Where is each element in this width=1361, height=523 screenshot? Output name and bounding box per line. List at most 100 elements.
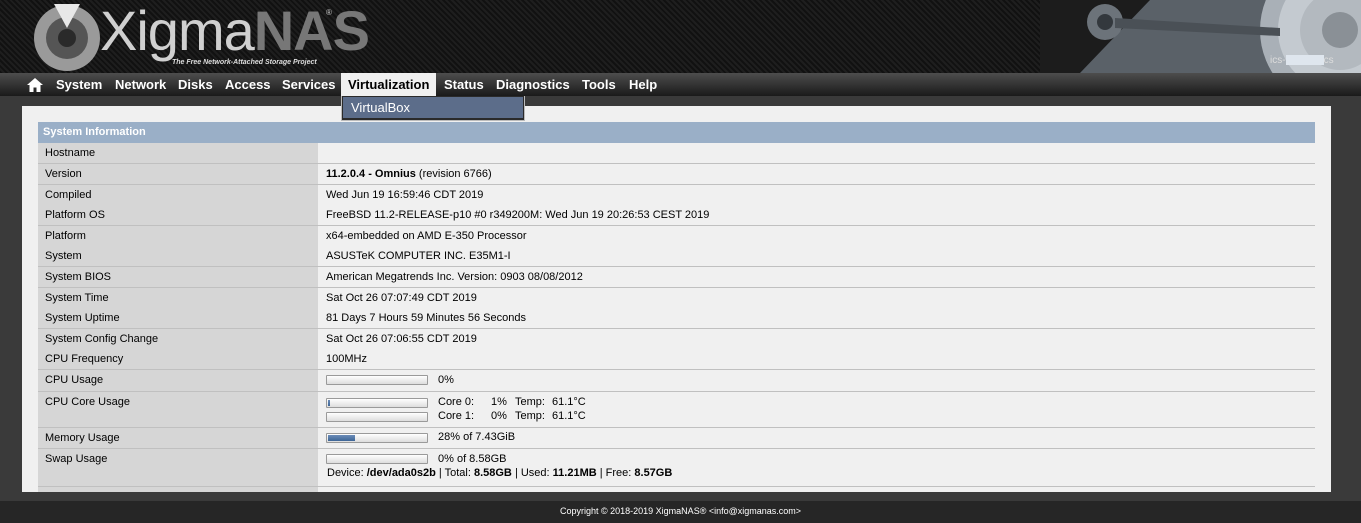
row-version: Version 11.2.0.4 - Omnius (revision 6766… xyxy=(38,164,1315,185)
row-partial xyxy=(38,487,1315,492)
core0-bar xyxy=(326,398,428,408)
swap-free: 8.57GB xyxy=(634,467,673,479)
platform-label: Platform xyxy=(38,226,318,246)
swap-total-label: | Total: xyxy=(435,467,474,479)
header-banner: XigmaNAS ® The Free Network-Attached Sto… xyxy=(0,0,1361,73)
swap-device-info: Device: /dev/ada0s2b | Total: 8.58GB | U… xyxy=(327,467,672,479)
swap-usage-cell: 0% of 8.58GB Device: /dev/ada0s2b | Tota… xyxy=(318,449,1315,486)
row-compiled: Compiled Wed Jun 19 16:59:46 CDT 2019 xyxy=(38,185,1315,206)
main-content: System Information Hostname Version 11.2… xyxy=(22,106,1331,492)
virtualization-dropdown: VirtualBox xyxy=(341,96,525,121)
row-cpu-frequency: CPU Frequency 100MHz xyxy=(38,349,1315,370)
footer-copyright[interactable]: Copyright © 2018-2019 XigmaNAS® <info@xi… xyxy=(560,506,801,516)
system-bios-value: American Megatrends Inc. Version: 0903 0… xyxy=(318,267,1315,287)
row-cpu-usage: CPU Usage 0% xyxy=(38,370,1315,392)
row-memory-usage: Memory Usage 28% of 7.43GiB xyxy=(38,428,1315,449)
nav-network[interactable]: Network xyxy=(115,73,166,96)
version-revision: (revision 6766) xyxy=(415,168,492,180)
swap-usage-label: Swap Usage xyxy=(38,449,318,486)
memory-usage-fill xyxy=(328,435,355,441)
row-system-time: System Time Sat Oct 26 07:07:49 CDT 2019 xyxy=(38,288,1315,309)
swap-used: 11.21MB xyxy=(552,467,597,479)
cpu-usage-cell: 0% xyxy=(318,370,1315,391)
footer: Copyright © 2018-2019 XigmaNAS® <info@xi… xyxy=(0,501,1361,523)
nav-help[interactable]: Help xyxy=(629,73,657,96)
core0-name: Core 0: xyxy=(438,396,475,408)
platform-os-label: Platform OS xyxy=(38,205,318,225)
row-config-change: System Config Change Sat Oct 26 07:06:55… xyxy=(38,329,1315,350)
cpu-usage-label: CPU Usage xyxy=(38,370,318,391)
swap-used-label: | Used: xyxy=(511,467,553,479)
cpu-core-usage-cell: Core 0: 1% Temp: 61.1°C Core 1: 0% Temp:… xyxy=(318,392,1315,427)
nav-diagnostics[interactable]: Diagnostics xyxy=(496,73,570,96)
home-icon[interactable] xyxy=(27,78,43,92)
nav-disks[interactable]: Disks xyxy=(178,73,213,96)
hostname-tag: ics-cs xyxy=(1270,55,1334,66)
logo-tagline: The Free Network-Attached Storage Projec… xyxy=(172,59,317,66)
row-platform: Platform x64-embedded on AMD E-350 Proce… xyxy=(38,226,1315,247)
row-system: System ASUSTeK COMPUTER INC. E35M1-I xyxy=(38,246,1315,267)
nav-services[interactable]: Services xyxy=(282,73,336,96)
swap-free-label: | Free: xyxy=(596,467,635,479)
hostname-redacted xyxy=(1285,55,1324,66)
nav-status[interactable]: Status xyxy=(444,73,484,96)
platform-os-value: FreeBSD 11.2-RELEASE-p10 #0 r349200M: We… xyxy=(318,205,1315,225)
system-uptime-label: System Uptime xyxy=(38,308,318,328)
nav-system[interactable]: System xyxy=(56,73,102,96)
system-uptime-value: 81 Days 7 Hours 59 Minutes 56 Seconds xyxy=(318,308,1315,328)
core1-usage: 0% xyxy=(491,410,507,422)
hostname-suffix: cs xyxy=(1323,55,1334,66)
cpu-usage-bar xyxy=(326,375,428,385)
row-cpu-core-usage: CPU Core Usage Core 0: 1% Temp: 61.1°C C… xyxy=(38,392,1315,428)
config-change-value: Sat Oct 26 07:06:55 CDT 2019 xyxy=(318,329,1315,349)
memory-usage-cell: 28% of 7.43GiB xyxy=(318,428,1315,448)
swap-usage-value: 0% of 8.58GB xyxy=(438,453,507,465)
row-swap-usage: Swap Usage 0% of 8.58GB Device: /dev/ada… xyxy=(38,449,1315,487)
core1-temp: 61.1°C xyxy=(552,410,586,422)
row-system-uptime: System Uptime 81 Days 7 Hours 59 Minutes… xyxy=(38,308,1315,329)
hostname-label: Hostname xyxy=(38,143,318,163)
version-label: Version xyxy=(38,164,318,184)
row-platform-os: Platform OS FreeBSD 11.2-RELEASE-p10 #0 … xyxy=(38,205,1315,226)
cpu-frequency-value: 100MHz xyxy=(318,349,1315,369)
menu-item-virtualbox[interactable]: VirtualBox xyxy=(343,97,523,118)
logo-nas-text: NAS xyxy=(253,0,370,62)
system-time-label: System Time xyxy=(38,288,318,308)
system-value: ASUSTeK COMPUTER INC. E35M1-I xyxy=(318,246,1315,266)
core0-fill xyxy=(328,400,330,406)
xigmanas-logo-icon xyxy=(34,4,100,71)
core1-name: Core 1: xyxy=(438,410,475,422)
core1-temp-label: Temp: xyxy=(515,410,545,422)
row-system-bios: System BIOS American Megatrends Inc. Ver… xyxy=(38,267,1315,288)
version-value: 11.2.0.4 - Omnius (revision 6766) xyxy=(318,164,1315,184)
hostname-prefix: ics- xyxy=(1270,55,1286,66)
core1-bar xyxy=(326,412,428,422)
nav-tools[interactable]: Tools xyxy=(582,73,616,96)
row-hostname: Hostname xyxy=(38,143,1315,164)
compiled-value: Wed Jun 19 16:59:46 CDT 2019 xyxy=(318,185,1315,205)
version-number: 11.2.0.4 - Omnius xyxy=(326,168,416,180)
memory-usage-label: Memory Usage xyxy=(38,428,318,448)
nav-virtualization[interactable]: Virtualization xyxy=(341,73,437,96)
core0-usage: 1% xyxy=(491,396,507,408)
hostname-value xyxy=(318,143,1315,163)
core0-temp-label: Temp: xyxy=(515,396,545,408)
swap-total: 8.58GB xyxy=(473,467,512,479)
cpu-frequency-label: CPU Frequency xyxy=(38,349,318,369)
cpu-usage-value: 0% xyxy=(438,374,454,386)
registered-mark: ® xyxy=(326,8,332,17)
memory-usage-value: 28% of 7.43GiB xyxy=(438,431,516,443)
cpu-core-usage-label: CPU Core Usage xyxy=(38,392,318,427)
logo-xigma-text: Xigma xyxy=(100,0,255,62)
core0-temp: 61.1°C xyxy=(552,396,586,408)
section-title: System Information xyxy=(38,122,1315,143)
main-navigation: System Network Disks Access Services Vir… xyxy=(0,73,1361,96)
swap-device: /dev/ada0s2b xyxy=(366,467,436,479)
config-change-label: System Config Change xyxy=(38,329,318,349)
platform-value: x64-embedded on AMD E-350 Processor xyxy=(318,226,1315,246)
swap-usage-bar xyxy=(326,454,428,464)
nav-access[interactable]: Access xyxy=(225,73,271,96)
swap-device-label: Device: xyxy=(327,467,367,479)
system-bios-label: System BIOS xyxy=(38,267,318,287)
partial-label xyxy=(38,487,318,492)
